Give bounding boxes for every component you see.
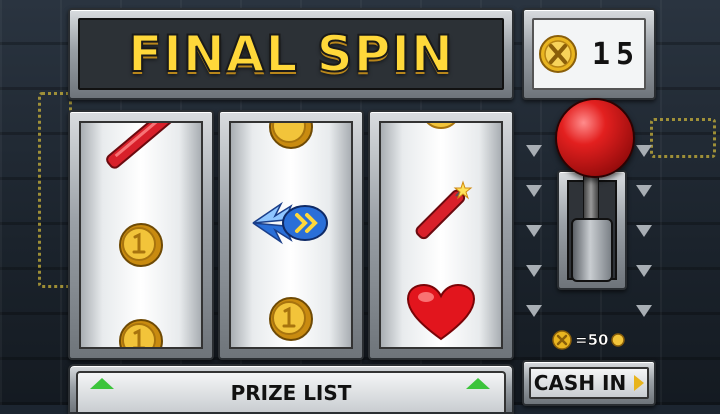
coin-icon bbox=[426, 123, 456, 129]
dynamite-icon bbox=[415, 180, 473, 240]
token-display: 15 bbox=[532, 18, 646, 90]
coin-icon bbox=[119, 319, 163, 347]
x-token-icon bbox=[552, 330, 572, 350]
lever-guide-arrow bbox=[636, 185, 652, 197]
reel-window bbox=[379, 121, 503, 349]
reel-window bbox=[79, 121, 203, 349]
reel-window bbox=[229, 121, 353, 349]
lever-knob-icon[interactable] bbox=[555, 98, 635, 178]
title-plate: FINAL SPIN bbox=[68, 8, 514, 100]
reel-2 bbox=[218, 110, 364, 360]
spin-cost: =50 bbox=[552, 330, 626, 350]
lever-guide-arrow bbox=[526, 265, 542, 277]
prize-list-panel[interactable]: PRIZE LIST bbox=[76, 371, 506, 412]
lever-guide-arrow bbox=[526, 225, 542, 237]
background-coil bbox=[38, 92, 72, 288]
token-counter: 15 bbox=[522, 8, 656, 100]
prize-list-button[interactable]: PRIZE LIST bbox=[68, 364, 514, 414]
lever-guide-arrow bbox=[636, 225, 652, 237]
title-display: FINAL SPIN bbox=[78, 18, 504, 90]
reel-3 bbox=[368, 110, 514, 360]
arrow-up-icon bbox=[90, 378, 114, 389]
cash-in-face[interactable]: CASH IN bbox=[529, 367, 649, 399]
page-title: FINAL SPIN bbox=[127, 24, 454, 84]
lever-guide-arrow bbox=[636, 305, 652, 317]
coin-icon bbox=[611, 333, 626, 347]
lever-guide-arrow bbox=[636, 265, 652, 277]
lever-handle[interactable] bbox=[571, 218, 613, 282]
prize-list-label: PRIZE LIST bbox=[230, 380, 352, 405]
coin-icon bbox=[119, 223, 163, 267]
x-token-icon bbox=[538, 35, 577, 73]
cash-in-button[interactable]: CASH IN bbox=[522, 360, 656, 406]
lever-guide-arrow bbox=[636, 145, 652, 157]
arrow-up-icon bbox=[466, 378, 490, 389]
reel-1 bbox=[68, 110, 214, 360]
token-count: 15 bbox=[591, 36, 641, 72]
speed-boost-icon bbox=[252, 201, 328, 245]
lever-guide-arrow bbox=[526, 305, 542, 317]
coin-icon bbox=[269, 123, 313, 149]
lever-guide-arrow bbox=[526, 185, 542, 197]
dynamite-icon bbox=[106, 123, 175, 169]
cash-in-label: CASH IN bbox=[533, 371, 627, 395]
spin-cost-text: =50 bbox=[575, 331, 609, 350]
coin-icon bbox=[269, 297, 313, 341]
lever-guide-arrow bbox=[526, 145, 542, 157]
heart-icon bbox=[406, 283, 476, 341]
background-coil bbox=[650, 118, 716, 158]
play-arrow-icon bbox=[634, 375, 645, 391]
